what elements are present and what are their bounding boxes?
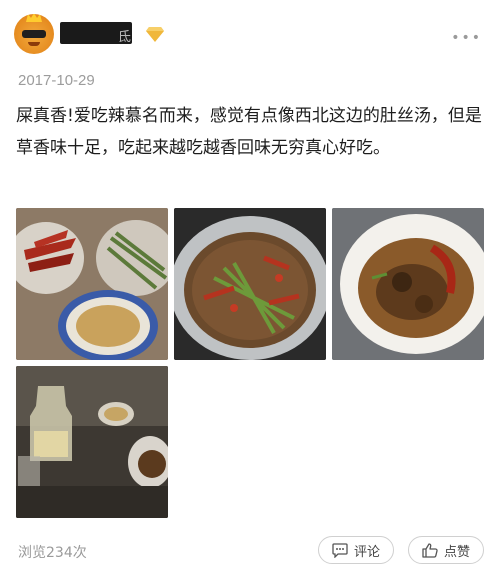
comment-icon xyxy=(332,542,348,558)
post-photo-bowl[interactable] xyxy=(332,208,484,360)
post-photo-chilies[interactable] xyxy=(16,208,168,360)
post-photo-table[interactable] xyxy=(16,366,168,518)
post-photo-pot[interactable] xyxy=(174,208,326,360)
avatar[interactable] xyxy=(14,14,54,54)
crown-icon xyxy=(26,14,42,22)
post-footer: 浏览234次 评论 点赞 xyxy=(0,532,500,569)
comment-button[interactable]: 评论 xyxy=(318,536,394,564)
sunglasses xyxy=(22,30,46,38)
like-label: 点赞 xyxy=(443,544,470,560)
thumbs-up-icon xyxy=(422,542,438,558)
like-button[interactable]: 点赞 xyxy=(408,536,484,564)
username-suffix: 氐 xyxy=(118,30,132,45)
more-icon[interactable]: ••• xyxy=(451,30,482,46)
view-count: 浏览234次 xyxy=(18,545,87,561)
post-header: 氐 ••• xyxy=(0,0,500,64)
post-text: 屎真香!爱吃辣慕名而来，感觉有点像西北这边的肚丝汤，但是草香味十足，吃起来越吃越… xyxy=(16,106,482,158)
diamond-icon xyxy=(146,27,164,42)
comment-label: 评论 xyxy=(353,544,380,560)
mouth xyxy=(28,42,40,46)
post-date: 2017-10-29 xyxy=(18,72,95,89)
